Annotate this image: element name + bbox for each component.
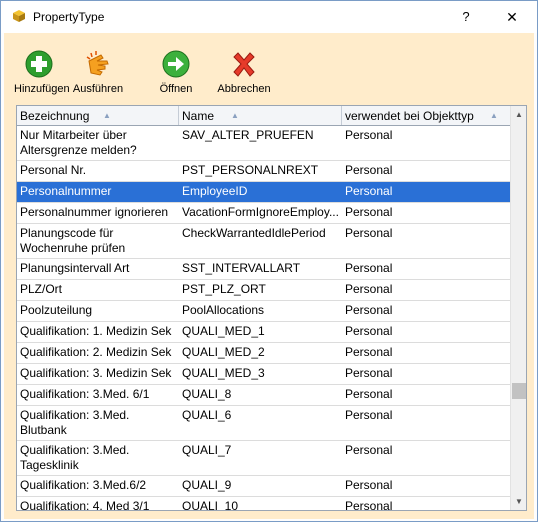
- cell-bezeichnung: Qualifikation: 3.Med. Tagesklinik: [20, 443, 130, 472]
- sort-arrow-icon: ▲: [490, 111, 498, 120]
- close-button[interactable]: ✕: [497, 4, 527, 30]
- sort-arrow-icon: ▲: [231, 111, 239, 120]
- cell-bezeichnung: Poolzuteilung: [20, 303, 93, 317]
- table-row[interactable]: Qualifikation: 1. Medizin Sek QUALI_MED_1…: [17, 322, 510, 343]
- cell-objekttyp: Personal: [345, 478, 393, 492]
- open-button[interactable]: Öffnen: [154, 49, 198, 97]
- content-panel: Bezeichnung ▲ Name ▲ verwendet bei Objek…: [4, 101, 534, 519]
- cell-objekttyp: Personal: [345, 303, 393, 317]
- cell-bezeichnung: Qualifikation: 4. Med 3/1: [20, 499, 150, 511]
- cell-name: QUALI_MED_3: [182, 366, 265, 380]
- cancel-label: Abbrechen: [217, 83, 271, 95]
- table-row[interactable]: Qualifikation: 3. Medizin Sek QUALI_MED_3…: [17, 364, 510, 385]
- column-header-bezeichnung[interactable]: Bezeichnung ▲: [17, 106, 179, 125]
- cell-objekttyp: Personal: [345, 282, 393, 296]
- cell-objekttyp: Personal: [345, 163, 393, 177]
- cell-name: QUALI_6: [182, 408, 232, 422]
- cell-bezeichnung: Qualifikation: 3.Med. 6/1: [20, 387, 150, 401]
- cell-bezeichnung: Qualifikation: 3.Med.6/2: [20, 478, 147, 492]
- cell-objekttyp: Personal: [345, 387, 393, 401]
- scroll-thumb[interactable]: [512, 383, 526, 399]
- column-label: Bezeichnung: [20, 109, 90, 123]
- title-bar: PropertyType ? ✕: [1, 1, 537, 33]
- cell-objekttyp: Personal: [345, 128, 393, 142]
- cell-objekttyp: Personal: [345, 226, 393, 240]
- add-icon: [25, 50, 53, 78]
- open-label: Öffnen: [159, 83, 193, 95]
- property-grid: Bezeichnung ▲ Name ▲ verwendet bei Objek…: [16, 105, 527, 511]
- cell-name: SAV_ALTER_PRUEFEN: [182, 128, 314, 142]
- table-row[interactable]: Planungscode für Wochenruhe prüfen CheckW…: [17, 224, 510, 259]
- table-row[interactable]: Qualifikation: 2. Medizin Sek QUALI_MED_2…: [17, 343, 510, 364]
- sort-arrow-icon: ▲: [103, 111, 111, 120]
- window-title: PropertyType: [33, 10, 105, 24]
- table-row[interactable]: Qualifikation: 4. Med 3/1 QUALI_10 Persona…: [17, 497, 510, 511]
- column-label: Name: [182, 109, 215, 123]
- cell-name: VacationFormIgnoreEmploy...: [182, 205, 339, 219]
- add-button[interactable]: Hinzufügen: [14, 49, 70, 97]
- cell-objekttyp: Personal: [345, 345, 393, 359]
- execute-label: Ausführen: [72, 83, 124, 95]
- cell-objekttyp: Personal: [345, 366, 393, 380]
- cell-bezeichnung: Planungscode für Wochenruhe prüfen: [20, 226, 126, 255]
- toolbar: Hinzufügen Ausführen Öffnen Abbrechen: [4, 33, 534, 101]
- table-row[interactable]: PLZ/Ort PST_PLZ_ORT Personal: [17, 280, 510, 301]
- table-row[interactable]: Personal Nr. PST_PERSONALNREXT Personal: [17, 161, 510, 182]
- cell-name: QUALI_MED_1: [182, 324, 265, 338]
- cancel-x-icon: [233, 52, 255, 77]
- cell-objekttyp: Personal: [345, 261, 393, 275]
- vertical-scrollbar[interactable]: ▲ ▼: [510, 106, 526, 510]
- table-row[interactable]: Poolzuteilung PoolAllocations Personal: [17, 301, 510, 322]
- cell-name: PST_PERSONALNREXT: [182, 163, 319, 177]
- cell-objekttyp: Personal: [345, 408, 393, 422]
- cell-bezeichnung: Personalnummer ignorieren: [20, 205, 169, 219]
- cell-objekttyp: Personal: [345, 205, 393, 219]
- cell-bezeichnung: Personalnummer: [20, 184, 112, 198]
- execute-button[interactable]: Ausführen: [70, 49, 126, 97]
- cell-objekttyp: Personal: [345, 184, 393, 198]
- cube-icon: [13, 10, 25, 22]
- cell-objekttyp: Personal: [345, 443, 393, 457]
- cell-name: QUALI_9: [182, 478, 232, 492]
- table-row[interactable]: Qualifikation: 3.Med.6/2 QUALI_9 Personal: [17, 476, 510, 497]
- table-row[interactable]: Personalnummer ignorieren VacationFormIgn…: [17, 203, 510, 224]
- cell-bezeichnung: Personal Nr.: [20, 163, 87, 177]
- cell-bezeichnung: Qualifikation: 1. Medizin Sek: [20, 324, 172, 338]
- execute-hand-icon: [86, 51, 109, 76]
- cell-name: QUALI_MED_2: [182, 345, 265, 359]
- grid-header: Bezeichnung ▲ Name ▲ verwendet bei Objek…: [17, 106, 510, 126]
- column-header-name[interactable]: Name ▲: [179, 106, 342, 125]
- table-row[interactable]: Qualifikation: 3.Med. Blutbank QUALI_6 Per…: [17, 406, 510, 441]
- property-type-window: PropertyType ? ✕ Hinzufügen Ausführen Öf…: [0, 0, 538, 522]
- cell-bezeichnung: Planungsintervall Art: [20, 261, 130, 275]
- column-label: verwendet bei Objekttyp: [345, 109, 474, 123]
- scroll-up-icon[interactable]: ▲: [511, 106, 526, 123]
- cell-name: PST_PLZ_ORT: [182, 282, 266, 296]
- column-header-objekttyp[interactable]: verwendet bei Objekttyp ▲: [342, 106, 510, 125]
- cell-name: PoolAllocations: [182, 303, 265, 317]
- table-row[interactable]: Nur Mitarbeiter über Altersgrenze melden…: [17, 126, 510, 161]
- open-arrow-icon: [162, 50, 190, 78]
- table-row[interactable]: Personalnummer EmployeeID Personal: [17, 182, 510, 203]
- cell-name: EmployeeID: [182, 184, 248, 198]
- cell-objekttyp: Personal: [345, 499, 393, 511]
- add-label: Hinzufügen: [14, 83, 70, 95]
- help-button[interactable]: ?: [453, 4, 479, 30]
- cancel-button[interactable]: Abbrechen: [216, 49, 272, 97]
- cell-bezeichnung: Qualifikation: 3.Med. Blutbank: [20, 408, 130, 437]
- cell-bezeichnung: PLZ/Ort: [20, 282, 63, 296]
- cell-name: QUALI_10: [182, 499, 239, 511]
- cell-name: CheckWarrantedIdlePeriod: [182, 226, 326, 240]
- scroll-down-icon[interactable]: ▼: [511, 493, 526, 510]
- cell-objekttyp: Personal: [345, 324, 393, 338]
- table-row[interactable]: Qualifikation: 3.Med. 6/1 QUALI_8 Personal: [17, 385, 510, 406]
- table-row[interactable]: Qualifikation: 3.Med. Tagesklinik QUALI_7…: [17, 441, 510, 476]
- cell-bezeichnung: Qualifikation: 3. Medizin Sek: [20, 366, 172, 380]
- cell-bezeichnung: Qualifikation: 2. Medizin Sek: [20, 345, 172, 359]
- cell-name: QUALI_7: [182, 443, 232, 457]
- cell-bezeichnung: Nur Mitarbeiter über Altersgrenze melden…: [20, 128, 137, 157]
- table-row[interactable]: Planungsintervall Art SST_INTERVALLART Per…: [17, 259, 510, 280]
- cell-name: SST_INTERVALLART: [182, 261, 301, 275]
- cell-name: QUALI_8: [182, 387, 232, 401]
